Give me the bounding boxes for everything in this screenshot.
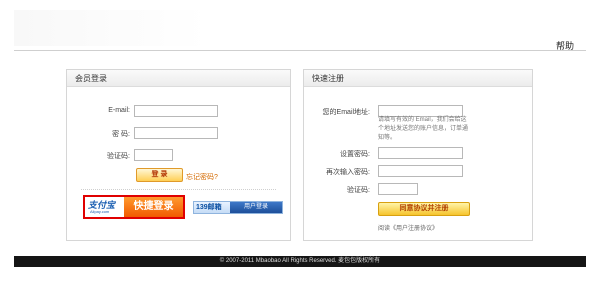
header-divider [14, 50, 586, 51]
forgot-password-link[interactable]: 忘记密码? [186, 172, 218, 182]
login-captcha-input[interactable] [134, 149, 173, 161]
mail139-login-button[interactable]: 139邮箱 用户登录 [193, 201, 283, 214]
login-email-label: E-mail: [108, 107, 130, 114]
login-panel: 会员登录 E-mail: 密 码: 验证码: 登 录 忘记密码? 支付宝 Ali… [66, 69, 291, 241]
mail139-logo: 139邮箱 [196, 204, 222, 211]
register-email-label: 您的Email地址: [322, 109, 370, 116]
login-panel-title: 会员登录 [67, 70, 290, 87]
login-captcha-label: 验证码: [107, 153, 130, 160]
register-password-input[interactable] [378, 147, 463, 159]
register-captcha-label: 验证码: [347, 187, 370, 194]
footer-copyright: © 2007-2011 Mbaobao All Rights Reserved.… [14, 256, 586, 267]
user-agreement-link[interactable]: 阅读《用户注册协议》 [378, 223, 438, 232]
login-email-input[interactable] [134, 105, 218, 117]
agree-and-register-button[interactable]: 同意协议并注册 [378, 202, 470, 216]
alipay-domain: Alipay.com [90, 209, 110, 214]
login-divider [81, 189, 276, 190]
alipay-logo: 支付宝 Alipay.com [85, 197, 124, 217]
login-button[interactable]: 登 录 [136, 168, 183, 182]
alipay-quick-login-button[interactable]: 支付宝 Alipay.com 快捷登录 [83, 195, 185, 219]
register-email-hint: 请填写有效的 Email，我们会给这个地址发送您的账户信息，订单通知等。 [378, 117, 469, 141]
login-password-input[interactable] [134, 127, 218, 139]
register-confirm-password-input[interactable] [378, 165, 463, 177]
register-captcha-input[interactable] [378, 183, 418, 195]
register-password-label: 设置密码: [340, 151, 370, 158]
register-confirm-label: 再次输入密码: [326, 169, 370, 176]
register-panel-title: 快速注册 [304, 70, 532, 87]
mail139-login-label: 用户登录 [230, 202, 282, 213]
logo-area [14, 10, 207, 46]
register-panel: 快速注册 您的Email地址: 请填写有效的 Email，我们会给这个地址发送您… [303, 69, 533, 241]
login-password-label: 密 码: [112, 131, 130, 138]
alipay-quick-login-label: 快捷登录 [124, 197, 183, 217]
